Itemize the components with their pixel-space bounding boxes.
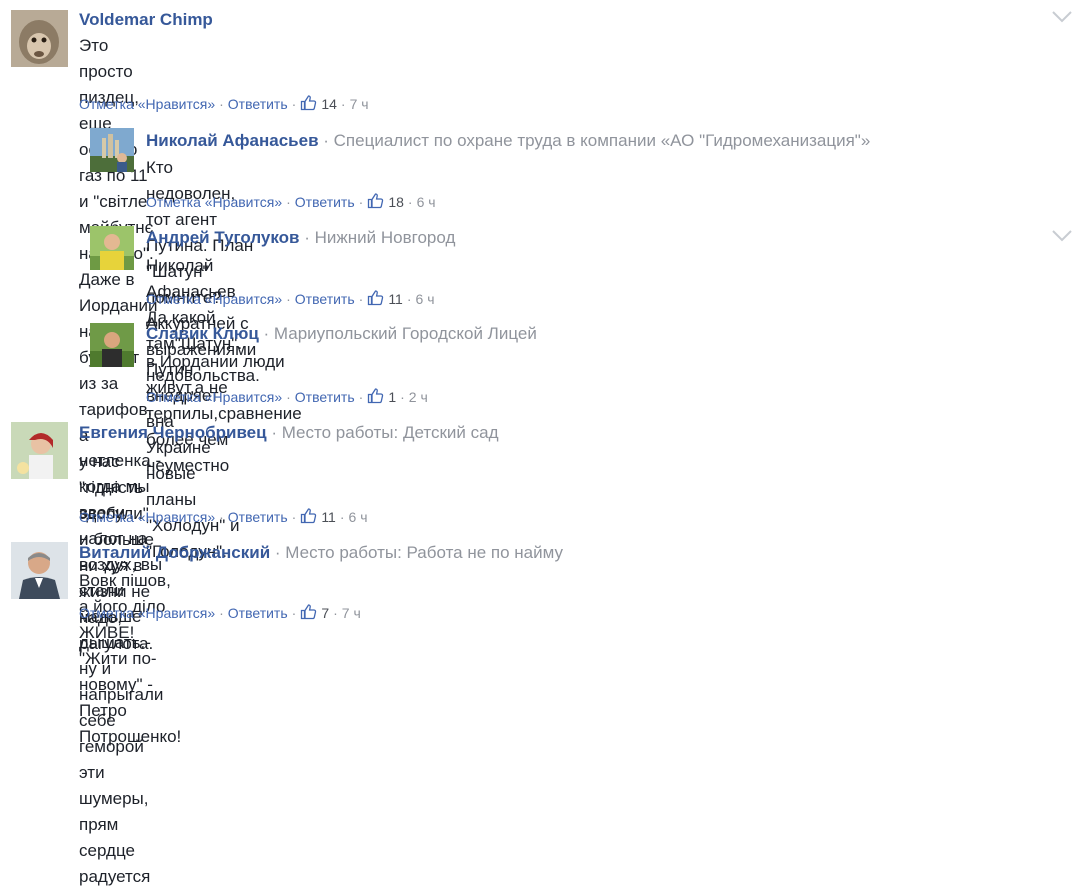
avatar[interactable] xyxy=(90,128,134,172)
comment-text: в Иордании люди живут,а не терпилы,сравн… xyxy=(146,349,302,479)
comment-actions: Отметка «Нравится» · Ответить · 1 · 2 ч xyxy=(146,387,428,406)
separator: · xyxy=(286,194,291,210)
separator: · xyxy=(406,291,412,307)
separator: · xyxy=(299,228,315,247)
like-link[interactable]: Отметка «Нравится» xyxy=(146,194,282,210)
reply-link[interactable]: Ответить xyxy=(228,96,288,112)
author-workplace: Место работы: Детский сад xyxy=(281,423,499,442)
comment-text-line: Вовк пішов, а його діло ЖИВЕ! "Жити по-н… xyxy=(79,571,182,746)
separator: · xyxy=(339,509,345,525)
avatar[interactable] xyxy=(90,226,134,270)
timestamp[interactable]: 6 ч xyxy=(349,509,368,525)
reply-link[interactable]: Ответить xyxy=(295,291,355,307)
like-count[interactable]: 14 xyxy=(321,96,337,112)
comment-author[interactable]: Виталий Добржанский xyxy=(79,543,270,562)
reply-link[interactable]: Ответить xyxy=(228,509,288,525)
like-link[interactable]: Отметка «Нравится» xyxy=(146,291,282,307)
avatar[interactable] xyxy=(11,422,68,479)
comment-actions: Отметка «Нравится» · Ответить · 18 · 6 ч xyxy=(146,192,436,211)
separator: · xyxy=(333,605,338,621)
like-count[interactable]: 11 xyxy=(321,509,336,525)
reply-link[interactable]: Ответить xyxy=(295,389,355,405)
chevron-down-icon[interactable] xyxy=(1051,229,1073,243)
like-count[interactable]: 1 xyxy=(388,389,396,405)
separator: · xyxy=(219,509,224,525)
timestamp[interactable]: 6 ч xyxy=(417,194,436,210)
separator: · xyxy=(358,194,364,210)
chevron-down-icon[interactable] xyxy=(1051,10,1073,24)
comment-author[interactable]: Voldemar Chimp xyxy=(79,10,213,29)
timestamp[interactable]: 7 ч xyxy=(350,96,369,112)
timestamp[interactable]: 7 ч xyxy=(342,605,361,621)
like-link[interactable]: Отметка «Нравится» xyxy=(79,509,215,525)
comment-text-line: сердце радуется xyxy=(79,841,151,886)
thumbs-up-icon xyxy=(301,95,317,111)
separator: · xyxy=(318,131,334,150)
comment-author[interactable]: Славик Клюц xyxy=(146,324,259,343)
comment-text-line: в Иордании люди живут,а не терпилы,сравн… xyxy=(146,352,302,475)
thumbs-up-icon xyxy=(301,604,317,620)
thumbs-up-icon xyxy=(368,388,384,404)
separator: · xyxy=(358,291,364,307)
avatar[interactable] xyxy=(11,542,68,599)
like-count[interactable]: 11 xyxy=(388,291,403,307)
separator: · xyxy=(219,96,224,112)
avatar[interactable] xyxy=(90,323,134,367)
author-school: Мариупольский Городской Лицей xyxy=(273,324,537,343)
comment-author[interactable]: Евгения Чернобривец xyxy=(79,423,267,442)
like-link[interactable]: Отметка «Нравится» xyxy=(79,96,215,112)
avatar[interactable] xyxy=(11,10,68,67)
author-location: Нижний Новгород xyxy=(314,228,456,247)
separator: · xyxy=(258,324,274,343)
separator: · xyxy=(291,605,297,621)
comment-author[interactable]: Николай Афанасьев xyxy=(146,131,319,150)
reply-link[interactable]: Ответить xyxy=(228,605,288,621)
timestamp[interactable]: 2 ч xyxy=(409,389,428,405)
comment-actions: Отметка «Нравится» · Ответить · 7 · 7 ч xyxy=(79,603,361,622)
comment-author[interactable]: Андрей Туголуков xyxy=(146,228,300,247)
reply-link[interactable]: Ответить xyxy=(295,194,355,210)
thumbs-up-icon xyxy=(368,193,384,209)
separator: · xyxy=(291,509,297,525)
separator: · xyxy=(219,605,224,621)
comment-actions: Отметка «Нравится» · Ответить · 11 · 6 ч xyxy=(79,507,368,526)
separator: · xyxy=(266,423,282,442)
separator: · xyxy=(291,96,297,112)
like-link[interactable]: Отметка «Нравится» xyxy=(79,605,215,621)
separator: · xyxy=(286,291,291,307)
separator: · xyxy=(400,389,405,405)
separator: · xyxy=(286,389,291,405)
thumbs-up-icon xyxy=(301,508,317,524)
like-count[interactable]: 18 xyxy=(388,194,404,210)
comment-actions: Отметка «Нравится» · Ответить · 11 · 6 ч xyxy=(146,289,435,308)
separator: · xyxy=(340,96,346,112)
author-workplace: Место работы: Работа не по найму xyxy=(285,543,564,562)
separator: · xyxy=(407,194,413,210)
author-workplace: Специалист по охране труда в компании «А… xyxy=(333,131,871,150)
separator: · xyxy=(270,543,286,562)
like-count[interactable]: 7 xyxy=(321,605,329,621)
like-link[interactable]: Отметка «Нравится» xyxy=(146,389,282,405)
separator: · xyxy=(358,389,364,405)
comment-text: Вовк пішов, а його діло ЖИВЕ! "Жити по-н… xyxy=(79,568,181,750)
comment-actions: Отметка «Нравится» · Ответить · 14 · 7 ч xyxy=(79,94,369,113)
thumbs-up-icon xyxy=(368,290,384,306)
timestamp[interactable]: 6 ч xyxy=(416,291,435,307)
